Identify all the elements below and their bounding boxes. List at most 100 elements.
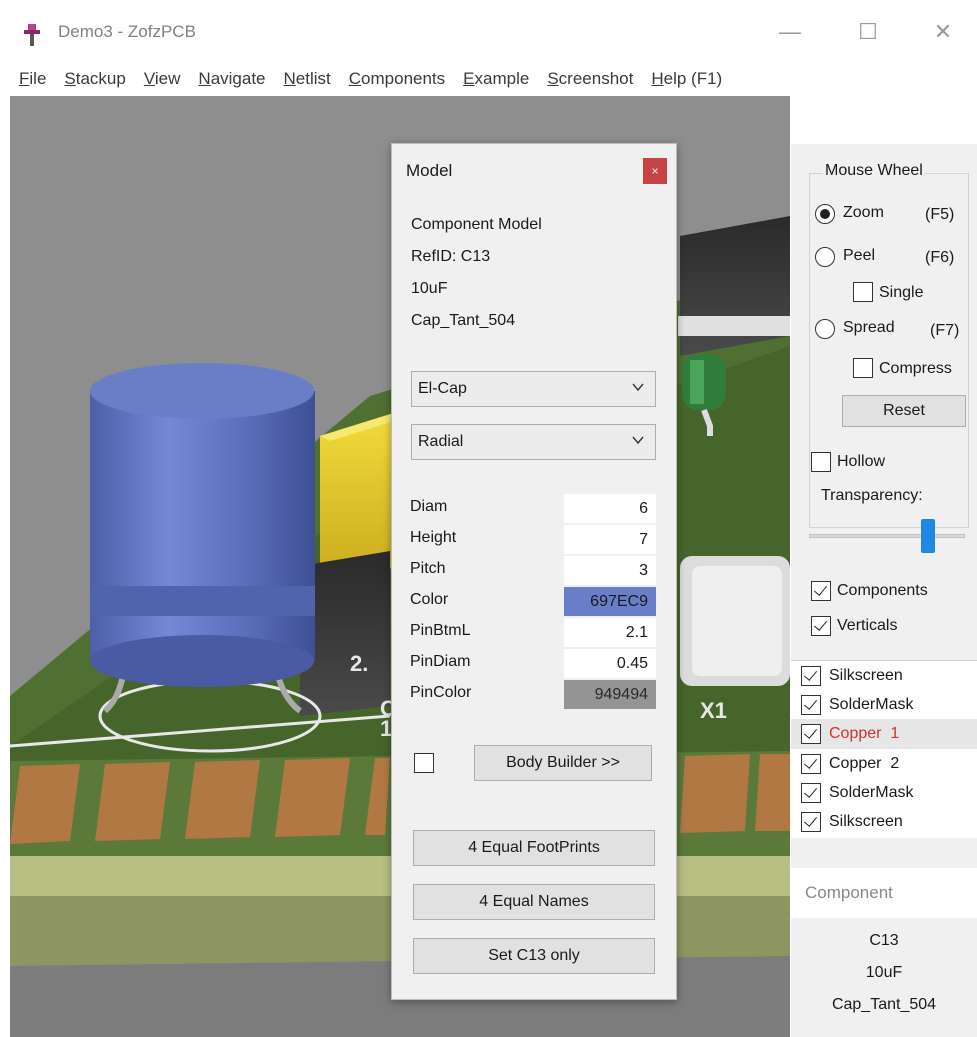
layer-checkbox[interactable] [801,724,821,744]
prop-value-height[interactable]: 7 [564,525,656,554]
model-type-select[interactable]: El-Cap [411,371,656,407]
layer-checkbox[interactable] [801,783,821,803]
crystal-x1 [680,556,790,686]
layer-label: Silkscreen [829,667,903,684]
maximize-button[interactable]: ☐ [845,14,891,50]
zoom-shortcut: (F5) [925,206,955,223]
mouse-wheel-legend: Mouse Wheel [823,162,925,180]
layer-label: SolderMask [829,696,914,713]
components-label: Components [837,582,928,599]
panel-header [791,96,977,144]
hollow-checkbox[interactable] [811,452,831,472]
mouse-wheel-group [809,173,969,528]
component-model-label: Component Model [411,216,542,233]
blue-electrolytic-capacitor [90,363,315,714]
prop-value-diam[interactable]: 6 [564,494,656,523]
close-window-button[interactable]: ✕ [920,14,966,50]
menu-navigate[interactable]: Navigate [189,69,274,89]
transparency-slider-track[interactable] [809,534,965,538]
body-builder-button[interactable]: Body Builder >> [474,745,652,781]
peel-shortcut: (F6) [925,249,955,266]
menu-bar: File Stackup View Navigate Netlist Compo… [0,62,977,96]
prop-value-pitch[interactable]: 3 [564,556,656,585]
menu-example[interactable]: Example [454,69,538,89]
layer-row-copper-1[interactable]: Copper 1 [791,719,977,749]
single-checkbox[interactable] [853,282,873,302]
model-type-value: El-Cap [418,380,467,397]
component-value: 10uF [865,964,903,981]
spread-shortcut: (F7) [930,322,960,339]
prop-label-pinbtml: PinBtmL [410,622,471,639]
peel-radio[interactable] [815,247,835,267]
mount-type-select[interactable]: Radial [411,424,656,460]
equal-names-button[interactable]: 4 Equal Names [413,884,655,920]
layer-checkbox[interactable] [801,812,821,832]
mount-type-value: Radial [418,433,464,450]
menu-components[interactable]: Components [340,69,454,89]
body-builder-checkbox[interactable] [414,753,434,773]
compress-checkbox[interactable] [853,358,873,378]
prop-value-color[interactable]: 697EC9 [564,587,656,616]
zofzpcb-app-icon [24,24,40,46]
layer-row-copper-2[interactable]: Copper 2 [791,749,977,779]
prop-value-pindiam[interactable]: 0.45 [564,649,656,678]
layer-checkbox[interactable] [801,695,821,715]
component-footprint: Cap_Tant_504 [831,996,937,1013]
menu-help[interactable]: Help (F1) [642,69,731,89]
model-dialog: Model × Component Model RefID: C13 10uF … [391,143,677,1000]
title-bar: Demo3 - ZofzPCB — ☐ ✕ [0,0,977,62]
menu-screenshot[interactable]: Screenshot [538,69,642,89]
verticals-label: Verticals [837,617,898,634]
prop-label-diam: Diam [410,498,448,515]
menu-view[interactable]: View [135,69,190,89]
verticals-checkbox[interactable] [811,616,831,636]
prop-label-pitch: Pitch [410,560,446,577]
prop-label-pindiam: PinDiam [410,653,471,670]
menu-file[interactable]: File [10,69,55,89]
minimize-button[interactable]: — [767,14,813,50]
compress-label: Compress [879,360,952,377]
layer-row-silkscreen-top[interactable]: Silkscreen [791,661,977,691]
layer-row-silkscreen-bottom[interactable]: Silkscreen [791,807,977,837]
refid-label: RefID: C13 [411,248,491,265]
silk-label: 2. [350,651,368,676]
menu-netlist[interactable]: Netlist [275,69,340,89]
footprint-label: Cap_Tant_504 [411,312,516,329]
zoom-radio[interactable] [815,204,835,224]
prop-label-height: Height [410,529,457,546]
chevron-down-icon [632,383,644,392]
single-label: Single [879,284,924,301]
menu-stackup[interactable]: Stackup [55,69,134,89]
set-component-only-button[interactable]: Set C13 only [413,938,655,974]
prop-value-pinbtml[interactable]: 2.1 [564,618,656,647]
layer-label: Silkscreen [829,813,903,830]
component-info-panel: Component C13 10uF Cap_Tant_504 [791,868,977,1037]
layer-label: SolderMask [829,784,914,801]
zoom-label: Zoom [843,204,884,221]
layer-list: Silkscreen SolderMask Copper 1 Copper 2 … [791,660,977,838]
window-title: Demo3 - ZofzPCB [58,22,196,41]
chevron-down-icon [632,436,644,445]
component-refid: C13 [869,932,899,949]
component-header: Component [791,868,977,918]
spread-radio[interactable] [815,319,835,339]
reset-button[interactable]: Reset [842,395,966,427]
layer-label-selected: Copper 1 [829,725,900,742]
prop-label-pincolor: PinColor [410,684,472,701]
layer-checkbox[interactable] [801,666,821,686]
value-label: 10uF [411,280,448,297]
close-dialog-button[interactable]: × [643,158,667,184]
transparency-label: Transparency: [821,487,923,504]
prop-label-color: Color [410,591,449,608]
components-checkbox[interactable] [811,581,831,601]
layer-checkbox[interactable] [801,754,821,774]
hollow-label: Hollow [837,453,886,470]
transparency-slider-thumb[interactable] [921,519,936,553]
layer-row-soldermask-bottom[interactable]: SolderMask [791,778,977,808]
spread-label: Spread [843,319,895,336]
prop-value-pincolor[interactable]: 949494 [564,680,656,709]
equal-footprints-button[interactable]: 4 Equal FootPrints [413,830,655,866]
peel-label: Peel [843,247,876,264]
dialog-title: Model [406,161,453,180]
layer-row-soldermask-top[interactable]: SolderMask [791,690,977,720]
